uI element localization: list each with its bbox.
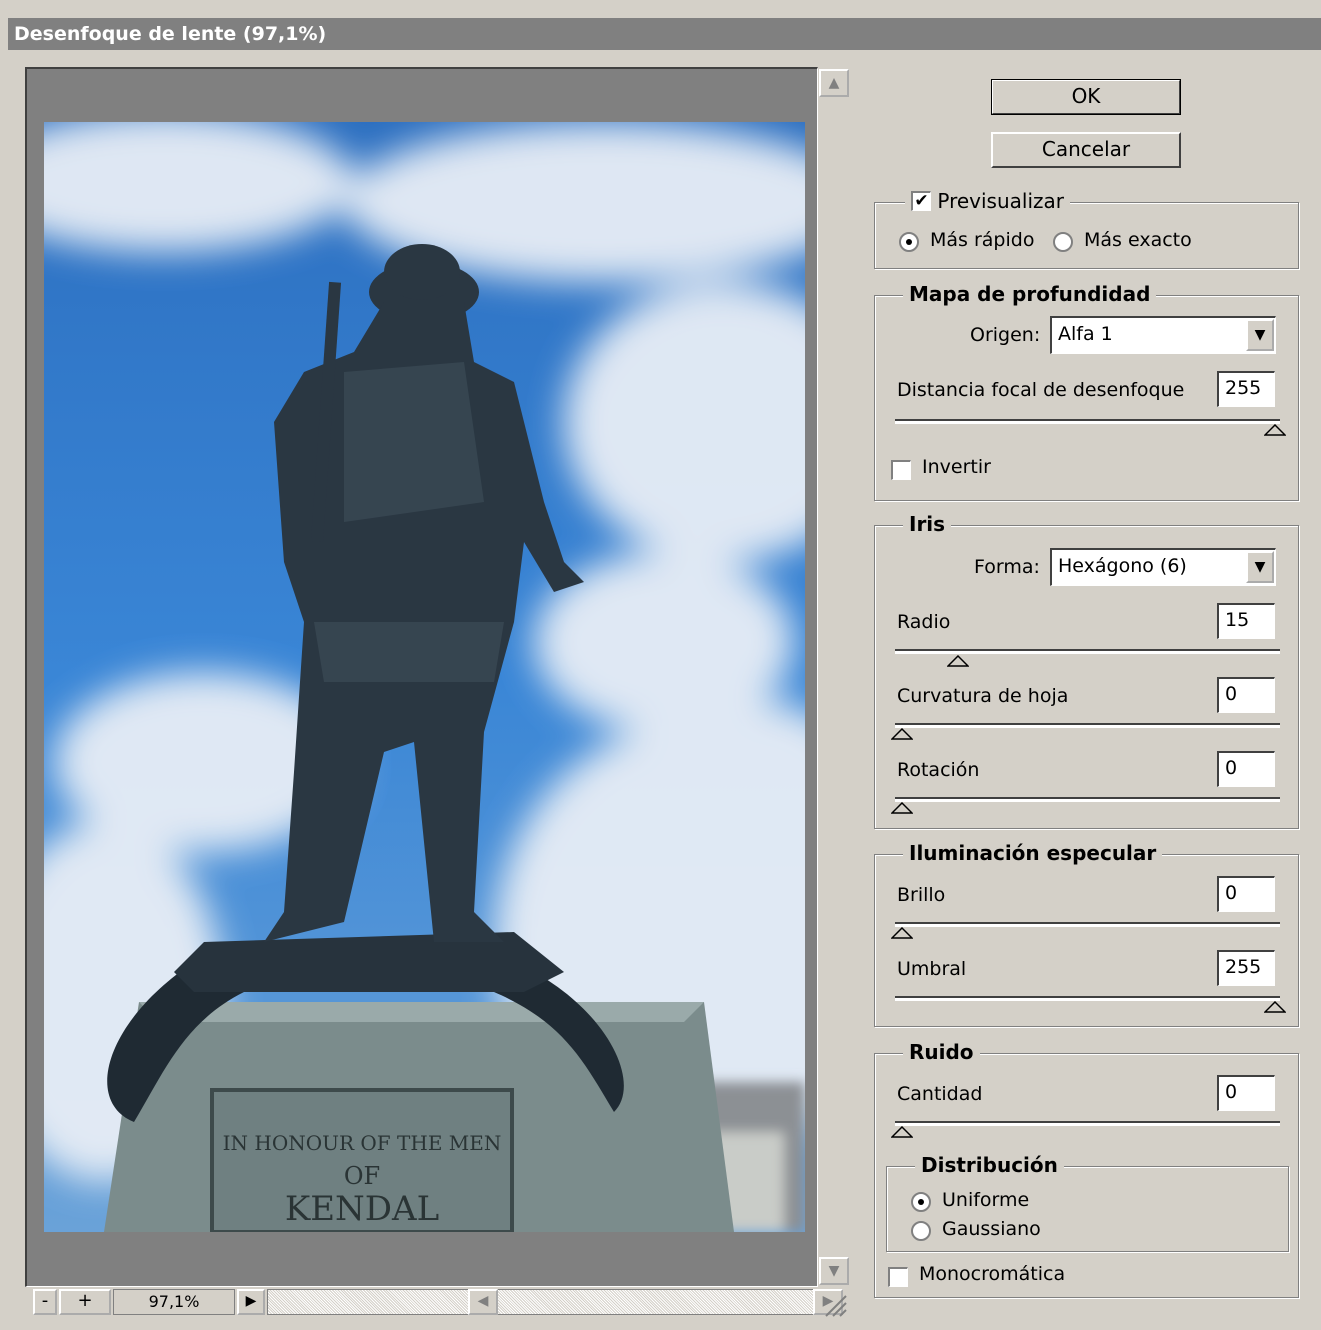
inscription-line-3: KENDAL: [285, 1189, 439, 1229]
brightness-label: Brillo: [897, 884, 946, 906]
preview-horizontal-scrollbar[interactable]: ◀ ▶: [267, 1289, 843, 1315]
gaussian-radio-label[interactable]: Gaussiano: [942, 1218, 1041, 1240]
preview-toolbar: - + 97,1% ▶ ◀ ▶: [25, 1287, 850, 1317]
focal-distance-label: Distancia focal de desenfoque: [897, 379, 1185, 401]
inscription-line-1: IN HONOUR OF THE MEN: [223, 1131, 502, 1155]
curvature-slider[interactable]: [895, 723, 1280, 728]
source-value: Alfa 1: [1058, 323, 1113, 345]
preview-checkbox-row[interactable]: ✔ Previsualizar: [905, 189, 1070, 213]
amount-slider-thumb[interactable]: [891, 1126, 913, 1138]
scroll-up-button[interactable]: ▲: [819, 69, 849, 97]
focal-distance-slider[interactable]: [895, 419, 1280, 424]
curvature-label: Curvatura de hoja: [897, 685, 1069, 707]
fast-radio[interactable]: [899, 232, 919, 252]
uniform-radio-label[interactable]: Uniforme: [942, 1189, 1029, 1211]
monochromatic-checkbox[interactable]: [888, 1267, 908, 1287]
preview-checkbox[interactable]: ✔: [911, 190, 931, 211]
threshold-slider[interactable]: [895, 996, 1280, 1001]
gaussian-radio[interactable]: [911, 1221, 931, 1241]
scroll-left-button[interactable]: ◀: [468, 1289, 498, 1315]
zoom-out-button[interactable]: -: [33, 1289, 57, 1315]
rotation-field[interactable]: 0: [1217, 751, 1275, 787]
arrow-down-icon: ▼: [828, 1263, 840, 1279]
cancel-button[interactable]: Cancelar: [991, 132, 1181, 168]
fast-radio-label[interactable]: Más rápido: [930, 229, 1034, 251]
radius-field[interactable]: 15: [1217, 603, 1275, 639]
preview-checkbox-label: Previsualizar: [937, 189, 1064, 213]
arrow-left-icon: ◀: [477, 1293, 489, 1309]
preview-image[interactable]: IN HONOUR OF THE MEN OF KENDAL: [44, 122, 805, 1232]
chevron-down-icon[interactable]: ▼: [1246, 551, 1274, 583]
amount-slider[interactable]: [895, 1121, 1280, 1126]
uniform-radio[interactable]: [911, 1192, 931, 1212]
brightness-slider-thumb[interactable]: [891, 927, 913, 939]
shape-select[interactable]: Hexágono (6) ▼: [1050, 548, 1276, 586]
depth-map-title: Mapa de profundidad: [903, 282, 1157, 306]
ok-button[interactable]: OK: [991, 79, 1181, 115]
chevron-down-icon[interactable]: ▼: [1246, 319, 1274, 351]
iris-title: Iris: [903, 512, 952, 536]
triangle-right-icon: ▶: [245, 1293, 257, 1309]
preview-vertical-scrollbar[interactable]: ▲ ▼: [818, 67, 850, 1287]
window-title: Desenfoque de lente (97,1%): [8, 18, 1321, 50]
radius-slider-thumb[interactable]: [946, 655, 969, 667]
curvature-field[interactable]: 0: [1217, 677, 1275, 713]
noise-title: Ruido: [903, 1040, 980, 1064]
threshold-label: Umbral: [897, 958, 967, 980]
accurate-radio[interactable]: [1053, 232, 1073, 252]
focal-distance-slider-thumb[interactable]: [1264, 424, 1286, 436]
monochromatic-label[interactable]: Monocromática: [919, 1263, 1065, 1285]
source-label: Origen:: [970, 324, 1041, 346]
focal-distance-field[interactable]: 255: [1217, 371, 1275, 407]
threshold-slider-thumb[interactable]: [1264, 1001, 1286, 1013]
resize-grip-icon[interactable]: [820, 1290, 848, 1318]
specular-title: Iluminación especular: [903, 841, 1163, 865]
amount-field[interactable]: 0: [1217, 1075, 1275, 1111]
accurate-radio-label[interactable]: Más exacto: [1084, 229, 1192, 251]
radius-slider[interactable]: [895, 649, 1280, 654]
preview-left-gutter: [38, 122, 44, 1232]
zoom-menu-button[interactable]: ▶: [237, 1289, 265, 1315]
source-select[interactable]: Alfa 1 ▼: [1050, 316, 1276, 354]
threshold-field[interactable]: 255: [1217, 950, 1275, 986]
shape-value: Hexágono (6): [1058, 555, 1187, 577]
invert-label[interactable]: Invertir: [922, 456, 991, 478]
rotation-slider[interactable]: [895, 797, 1280, 802]
curvature-slider-thumb[interactable]: [891, 728, 913, 740]
arrow-up-icon: ▲: [828, 75, 840, 91]
amount-label: Cantidad: [897, 1083, 983, 1105]
inscription-line-2: OF: [344, 1162, 380, 1190]
rotation-slider-thumb[interactable]: [891, 802, 913, 814]
radius-label: Radio: [897, 611, 951, 633]
brightness-field[interactable]: 0: [1217, 876, 1275, 912]
zoom-in-button[interactable]: +: [59, 1289, 111, 1315]
zoom-level: 97,1%: [113, 1289, 235, 1315]
scroll-down-button[interactable]: ▼: [819, 1257, 849, 1285]
invert-checkbox[interactable]: [891, 460, 911, 480]
rotation-label: Rotación: [897, 759, 980, 781]
distribution-title: Distribución: [915, 1153, 1064, 1177]
brightness-slider[interactable]: [895, 922, 1280, 927]
shape-label: Forma:: [974, 556, 1040, 578]
